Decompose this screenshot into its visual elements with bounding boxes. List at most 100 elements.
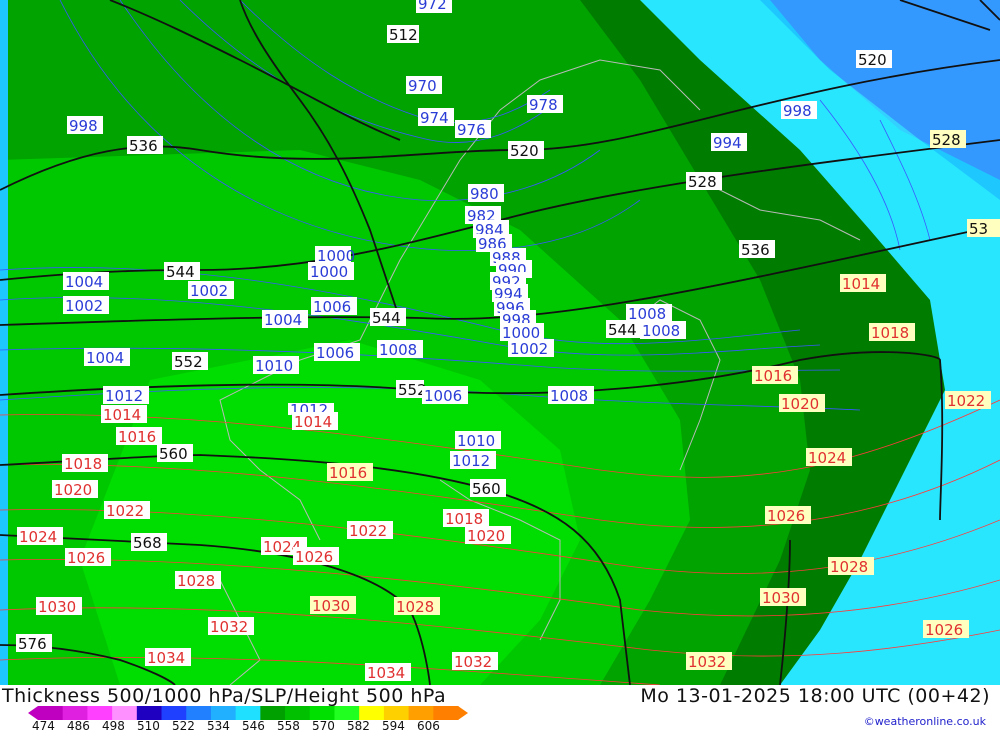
- svg-text:1018: 1018: [64, 455, 102, 473]
- svg-text:560: 560: [472, 480, 501, 498]
- svg-text:1002: 1002: [190, 282, 228, 300]
- svg-text:512: 512: [389, 26, 418, 44]
- legend-swatch: [433, 706, 459, 720]
- svg-text:520: 520: [858, 51, 887, 69]
- legend-tick-label: 534: [207, 719, 230, 733]
- legend-arrow-left: [28, 706, 38, 720]
- svg-text:1008: 1008: [628, 305, 666, 323]
- svg-text:1004: 1004: [264, 311, 302, 329]
- legend-swatch: [260, 706, 286, 720]
- legend-tick-label: 522: [172, 719, 195, 733]
- legend-tick-label: 558: [277, 719, 300, 733]
- legend-tick-label: 582: [347, 719, 370, 733]
- svg-text:1020: 1020: [54, 481, 92, 499]
- svg-text:978: 978: [529, 96, 558, 114]
- svg-text:976: 976: [457, 121, 486, 139]
- svg-text:1026: 1026: [67, 549, 105, 567]
- svg-text:1026: 1026: [767, 507, 805, 525]
- svg-text:568: 568: [133, 534, 162, 552]
- legend-swatch: [161, 706, 187, 720]
- legend-swatch: [186, 706, 212, 720]
- svg-text:998: 998: [783, 102, 812, 120]
- svg-text:1008: 1008: [379, 341, 417, 359]
- credit-link[interactable]: ©weatheronline.co.uk: [864, 715, 986, 728]
- svg-text:1032: 1032: [210, 618, 248, 636]
- legend-tick-label: 546: [242, 719, 265, 733]
- svg-text:1014: 1014: [103, 406, 141, 424]
- svg-text:980: 980: [470, 185, 499, 203]
- svg-text:576: 576: [18, 635, 47, 653]
- svg-text:1020: 1020: [467, 527, 505, 545]
- legend-swatch: [309, 706, 335, 720]
- legend-swatch: [87, 706, 113, 720]
- svg-text:1006: 1006: [316, 344, 354, 362]
- svg-text:1014: 1014: [842, 275, 880, 293]
- svg-text:536: 536: [741, 241, 770, 259]
- svg-text:1010: 1010: [255, 357, 293, 375]
- legend-tick-label: 606: [417, 719, 440, 733]
- svg-text:1028: 1028: [830, 558, 868, 576]
- legend-tick-label: 510: [137, 719, 160, 733]
- svg-text:544: 544: [608, 321, 637, 339]
- legend-swatch: [334, 706, 360, 720]
- svg-text:1034: 1034: [147, 649, 185, 667]
- svg-text:1028: 1028: [177, 572, 215, 590]
- svg-text:1022: 1022: [349, 522, 387, 540]
- map-title: Thickness 500/1000 hPa/SLP/Height 500 hP…: [2, 685, 447, 707]
- svg-text:998: 998: [69, 117, 98, 135]
- legend-tick-label: 486: [67, 719, 90, 733]
- svg-text:1002: 1002: [510, 340, 548, 358]
- legend-swatch: [112, 706, 138, 720]
- svg-text:1032: 1032: [454, 653, 492, 671]
- svg-text:552: 552: [174, 353, 203, 371]
- legend-ticks: 474 486 498 510 522 534 546 558 570 582 594 606: [24, 719, 504, 733]
- svg-text:528: 528: [688, 173, 717, 191]
- legend-swatch: [38, 706, 64, 720]
- svg-text:520: 520: [510, 142, 539, 160]
- svg-text:1008: 1008: [642, 322, 680, 340]
- svg-text:1022: 1022: [106, 502, 144, 520]
- svg-text:536: 536: [129, 137, 158, 155]
- svg-text:1030: 1030: [38, 598, 76, 616]
- legend-tick-label: 498: [102, 719, 125, 733]
- svg-text:1022: 1022: [947, 392, 985, 410]
- svg-text:1034: 1034: [367, 664, 405, 682]
- svg-text:1004: 1004: [65, 273, 103, 291]
- svg-text:1018: 1018: [871, 324, 909, 342]
- legend-swatch: [383, 706, 410, 720]
- svg-text:1006: 1006: [424, 387, 462, 405]
- legend-swatch: [285, 706, 311, 720]
- svg-text:1002: 1002: [65, 297, 103, 315]
- svg-text:970: 970: [408, 77, 437, 95]
- svg-text:1026: 1026: [925, 621, 963, 639]
- svg-text:994: 994: [713, 134, 742, 152]
- svg-text:1018: 1018: [445, 510, 483, 528]
- legend-tick-label: 594: [382, 719, 405, 733]
- legend-swatch: [235, 706, 261, 720]
- svg-text:1016: 1016: [754, 367, 792, 385]
- svg-text:1010: 1010: [457, 432, 495, 450]
- map-datetime: Mo 13-01-2025 18:00 UTC (00+42): [640, 685, 990, 707]
- svg-text:1030: 1030: [312, 597, 350, 615]
- svg-text:544: 544: [372, 309, 401, 327]
- svg-text:1004: 1004: [86, 349, 124, 367]
- svg-text:1008: 1008: [550, 387, 588, 405]
- svg-text:1000: 1000: [310, 263, 348, 281]
- legend-swatch: [359, 706, 385, 720]
- svg-text:1014: 1014: [294, 413, 332, 431]
- color-legend: [28, 706, 468, 720]
- svg-text:1024: 1024: [19, 528, 57, 546]
- weather-map: 512 520 520 528 528 536 536 53 544 544 5…: [0, 0, 1000, 685]
- legend-swatch: [210, 706, 237, 720]
- svg-text:528: 528: [932, 131, 961, 149]
- svg-text:1028: 1028: [396, 598, 434, 616]
- svg-text:972: 972: [418, 0, 447, 13]
- legend-arrow-right: [458, 706, 468, 720]
- map-canvas: 512 520 520 528 528 536 536 53 544 544 5…: [0, 0, 1000, 685]
- svg-text:1026: 1026: [295, 548, 333, 566]
- svg-text:1016: 1016: [329, 464, 367, 482]
- svg-text:53: 53: [969, 220, 988, 238]
- svg-text:1016: 1016: [118, 428, 156, 446]
- svg-text:1020: 1020: [781, 395, 819, 413]
- legend-swatch: [408, 706, 434, 720]
